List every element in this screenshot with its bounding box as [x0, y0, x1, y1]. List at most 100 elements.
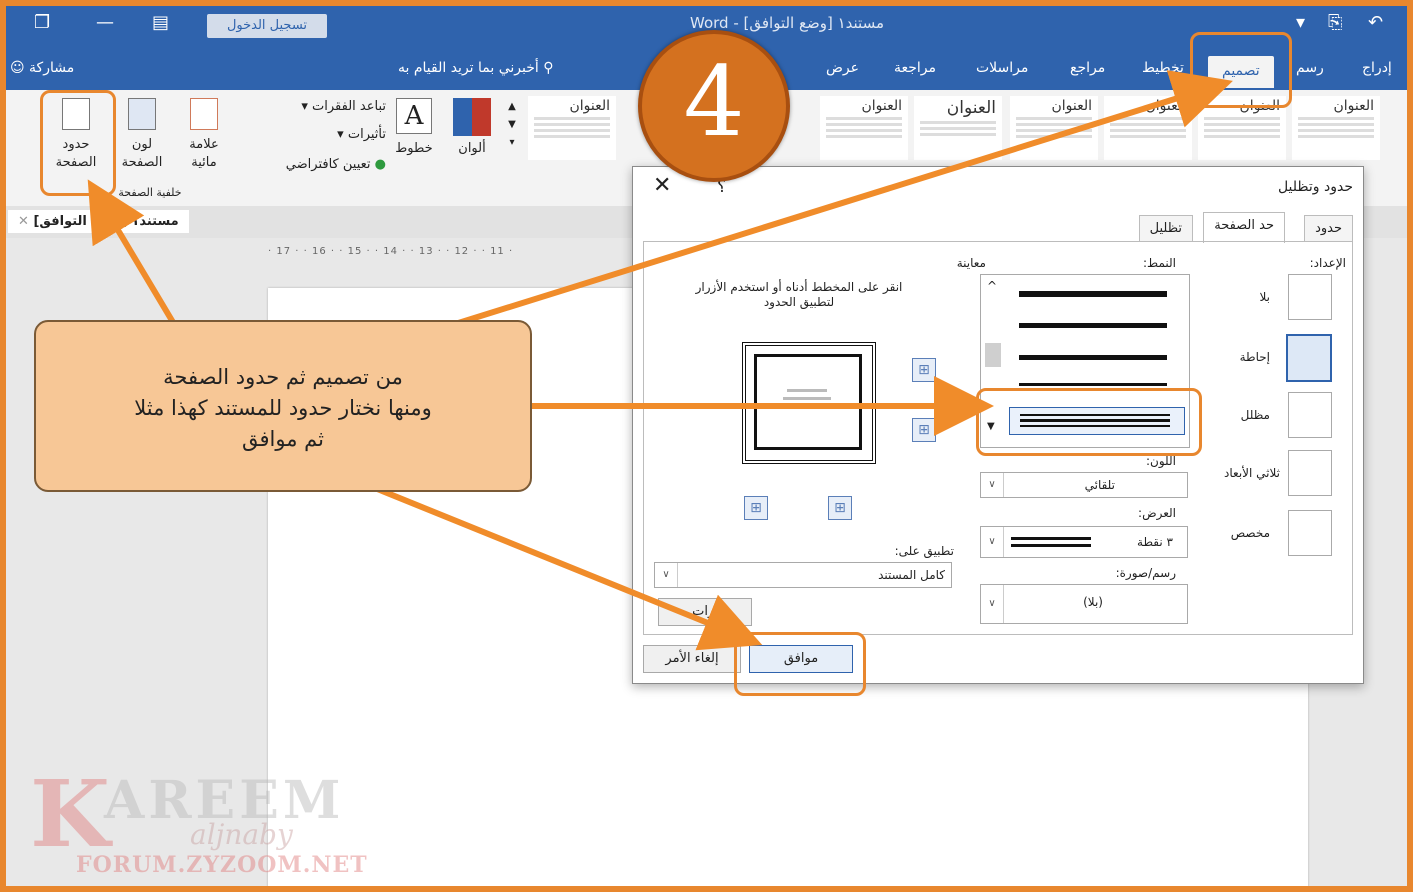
preview-hint: انقر على المخطط أدناه أو استخدم الأزرار … — [695, 280, 903, 309]
close-icon[interactable]: ✕ — [653, 173, 671, 198]
page-background-group-label: خلفية الصفحة — [118, 186, 182, 199]
setting-shadow-label: مظلل — [1240, 408, 1270, 422]
line-style-option[interactable] — [1019, 323, 1167, 328]
setting-box[interactable] — [1286, 334, 1332, 382]
restore-icon[interactable]: ❐ — [34, 12, 50, 33]
site-watermark: K AREEM aljnaby FORUM.ZYZOOM.NET — [20, 760, 440, 880]
pin-icon[interactable]: ▾ — [1296, 12, 1305, 33]
line-style-option[interactable] — [1019, 383, 1167, 386]
apply-to-select[interactable]: ∨ كامل المستند — [654, 562, 952, 588]
fonts-button[interactable]: A خطوط — [394, 98, 434, 158]
style-set-thumb[interactable]: العنوان — [1292, 96, 1380, 160]
chevron-down-icon: ∨ — [655, 563, 678, 587]
setting-3d[interactable] — [1288, 450, 1332, 496]
setting-shadow[interactable] — [1288, 392, 1332, 438]
style-set-thumb[interactable]: العنوان — [1104, 96, 1192, 160]
tab-references[interactable]: مراجع — [1070, 60, 1105, 76]
line-style-option[interactable] — [1019, 355, 1167, 360]
style-list[interactable]: ^ ▼ — [980, 274, 1190, 448]
apply-to-label: تطبيق على: — [894, 544, 954, 558]
minimize-icon[interactable]: — — [96, 12, 114, 33]
page-color-icon — [128, 98, 156, 130]
ribbon-display-icon[interactable]: ▤ — [152, 12, 169, 33]
step-number-badge: 4 — [638, 30, 790, 182]
colors-button[interactable]: ألوان — [450, 98, 494, 158]
paragraph-spacing-button[interactable]: تباعد الفقرات ▾ — [256, 98, 386, 116]
width-label: العرض: — [1138, 506, 1176, 520]
tab-shading[interactable]: تظليل — [1138, 215, 1193, 242]
page-color-button[interactable]: لون الصفحة — [114, 98, 170, 172]
cancel-button[interactable]: إلغاء الأمر — [643, 645, 741, 673]
chevron-down-icon: ∨ — [981, 527, 1004, 557]
setting-custom[interactable] — [1288, 510, 1332, 556]
tab-draw[interactable]: رسم — [1296, 60, 1324, 76]
style-set-thumb[interactable]: العنوان — [1198, 96, 1286, 160]
scroll-down-icon[interactable]: ▼ — [987, 421, 995, 432]
color-label: اللون: — [1145, 454, 1176, 468]
style-set-thumb[interactable]: العنوان — [1010, 96, 1098, 160]
color-select[interactable]: ∨ تلقائي — [980, 472, 1188, 498]
tab-layout[interactable]: تخطيط — [1142, 60, 1184, 76]
scrollbar-thumb[interactable] — [985, 343, 1001, 367]
top-border-icon[interactable]: ⊞ — [912, 358, 936, 382]
watermark-button[interactable]: علامة مائية — [176, 98, 232, 172]
undo-icon[interactable]: ↶ — [1368, 12, 1383, 33]
instruction-callout: من تصميم ثم حدود الصفحة ومنها نختار حدود… — [34, 320, 532, 492]
tab-review[interactable]: مراجعة — [894, 60, 936, 76]
horizontal-ruler: · 17 · · 16 · · 15 · · 14 · · 13 · · 12 … — [268, 246, 514, 257]
tab-page-border[interactable]: حد الصفحة — [1203, 212, 1285, 243]
fonts-icon: A — [396, 98, 432, 134]
width-select[interactable]: ∨ ٣ نقطة — [980, 526, 1188, 558]
signin-button[interactable]: تسجيل الدخول — [207, 14, 327, 38]
style-set-thumb[interactable]: العنوان — [914, 96, 1002, 160]
share-button[interactable]: ☺ مشاركة — [10, 60, 74, 76]
right-border-icon[interactable]: ⊞ — [828, 496, 852, 520]
callout-line: من تصميم ثم حدود الصفحة — [163, 365, 403, 389]
style-set-thumb[interactable]: العنوان — [528, 96, 616, 160]
chevron-down-icon: ∨ — [981, 473, 1004, 497]
callout-line: ثم موافق — [242, 427, 324, 451]
effects-button[interactable]: تأثيرات ▾ — [300, 126, 386, 144]
document-tab[interactable]: مستند١ [وضع التوافق] ✕ — [8, 210, 189, 233]
options-button[interactable]: خيارات... — [658, 598, 752, 626]
dialog-body: الإعداد: بلا إحاطة مظلل ثلاثي الأبعاد مخ… — [643, 241, 1353, 635]
chevron-down-icon: ∨ — [981, 585, 1004, 623]
art-label: رسم/صورة: — [1115, 566, 1176, 580]
setting-custom-label: مخصص — [1230, 526, 1270, 540]
art-select[interactable]: ∨ (بلا) — [980, 584, 1188, 624]
gallery-scroll[interactable]: ▲ ▼ ▾ — [504, 98, 520, 152]
scroll-up-icon[interactable]: ^ — [987, 279, 997, 293]
preview-diagram[interactable] — [742, 342, 876, 464]
preview-label: معاينة — [956, 256, 986, 270]
tab-insert[interactable]: إدراج — [1362, 60, 1392, 76]
ok-button[interactable]: موافق — [749, 645, 853, 673]
callout-line: ومنها نختار حدود للمستند كهذا مثلا — [134, 396, 432, 420]
line-style-selected[interactable] — [1009, 407, 1185, 435]
tab-view[interactable]: عرض — [826, 60, 859, 76]
borders-shading-dialog: حدود وتظليل ؟ ✕ حدود حد الصفحة تظليل الإ… — [632, 166, 1364, 684]
left-border-icon[interactable]: ⊞ — [744, 496, 768, 520]
page-borders-button[interactable]: حدود الصفحة — [48, 98, 104, 172]
close-tab-icon[interactable]: ✕ — [18, 214, 29, 229]
setting-none-label: بلا — [1259, 290, 1271, 304]
setting-label: الإعداد: — [1309, 256, 1346, 270]
tab-borders[interactable]: حدود — [1304, 215, 1353, 242]
style-set-thumb[interactable]: العنوان — [820, 96, 908, 160]
watermark-script: aljnaby — [190, 818, 293, 851]
line-style-option[interactable] — [1019, 291, 1167, 297]
colors-icon — [453, 98, 491, 136]
tab-design[interactable]: تصميم — [1208, 56, 1274, 88]
setting-3d-label: ثلاثي الأبعاد — [1224, 466, 1280, 480]
setting-none[interactable] — [1288, 274, 1332, 320]
check-icon: ● — [374, 157, 386, 172]
setting-box-label: إحاطة — [1239, 350, 1270, 364]
page-borders-icon — [62, 98, 90, 130]
bottom-border-icon[interactable]: ⊞ — [912, 418, 936, 442]
autosave-icon[interactable]: ⎘ — [1328, 12, 1342, 33]
set-default-button[interactable]: ● تعيين كافتراضي — [256, 156, 386, 174]
watermark-url: FORUM.ZYZOOM.NET — [76, 852, 368, 878]
watermark-icon — [190, 98, 218, 130]
tab-mailings[interactable]: مراسلات — [976, 60, 1028, 76]
dialog-title: حدود وتظليل — [1277, 179, 1353, 195]
tell-me-search[interactable]: ⚲ أخبرني بما تريد القيام به — [398, 60, 554, 76]
